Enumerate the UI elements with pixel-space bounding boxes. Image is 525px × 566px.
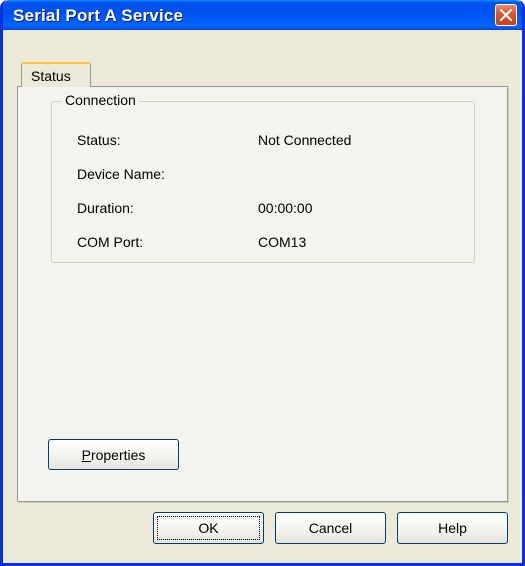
title-bar[interactable]: Serial Port A Service [3, 0, 522, 30]
properties-button-label: Properties [49, 447, 178, 463]
ok-button-label: OK [198, 520, 219, 536]
close-button[interactable] [495, 4, 517, 26]
cancel-button[interactable]: Cancel [275, 512, 386, 544]
tab-status[interactable]: Status [21, 62, 91, 87]
properties-button[interactable]: Properties [48, 439, 179, 470]
tab-panel-status: Connection Status: Not Connected Device … [17, 86, 508, 502]
device-name-label: Device Name: [77, 166, 165, 182]
ok-button[interactable]: OK [153, 512, 264, 544]
help-button-label: Help [438, 520, 467, 536]
properties-accel-key: P [81, 447, 91, 463]
properties-label-rest: roperties [90, 447, 146, 463]
status-value: Not Connected [258, 132, 352, 148]
tab-status-label: Status [31, 68, 71, 84]
com-port-label: COM Port: [77, 234, 144, 250]
connection-groupbox: Connection Status: Not Connected Device … [51, 92, 475, 263]
status-label: Status: [77, 132, 121, 148]
dialog-window: Serial Port A Service Status Connection … [0, 0, 525, 566]
window-title: Serial Port A Service [13, 6, 184, 25]
duration-value: 00:00:00 [258, 200, 313, 216]
cancel-button-label: Cancel [308, 520, 353, 536]
help-button[interactable]: Help [397, 512, 508, 544]
duration-label: Duration: [77, 200, 134, 216]
com-port-value: COM13 [258, 234, 307, 250]
connection-legend: Connection [62, 92, 139, 108]
close-icon [499, 8, 513, 22]
